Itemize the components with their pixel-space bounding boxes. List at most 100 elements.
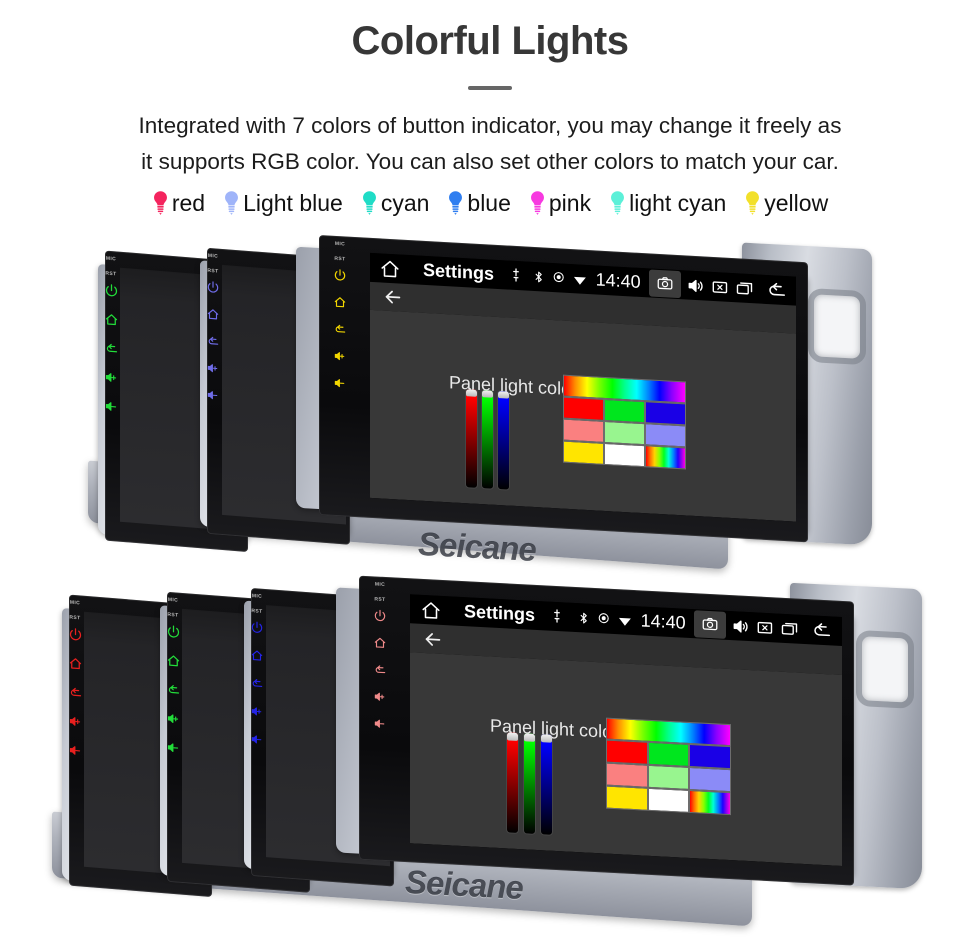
side-button-home[interactable] bbox=[333, 295, 347, 310]
status-mic-icon[interactable] bbox=[507, 266, 525, 285]
status-close-icon[interactable] bbox=[755, 617, 775, 638]
side-button-volume-up[interactable] bbox=[68, 713, 83, 729]
side-button-back[interactable] bbox=[104, 340, 119, 356]
side-button-back[interactable] bbox=[166, 682, 181, 698]
swatch-red[interactable] bbox=[606, 739, 648, 765]
hero-subtitle-line-2: it supports RGB color. You can also set … bbox=[141, 149, 839, 175]
status-camera-icon[interactable] bbox=[648, 269, 681, 299]
slider-thumb[interactable] bbox=[466, 389, 477, 397]
swatch-green[interactable] bbox=[604, 398, 645, 424]
status-back-icon[interactable] bbox=[765, 278, 787, 301]
swatch-green[interactable] bbox=[647, 741, 690, 767]
swatch-white[interactable] bbox=[604, 442, 645, 468]
status-back-icon[interactable] bbox=[810, 619, 832, 642]
side-button-back[interactable] bbox=[250, 676, 264, 691]
green-slider[interactable] bbox=[482, 390, 493, 489]
status-close-icon[interactable] bbox=[710, 276, 730, 297]
app-bar-back-icon[interactable] bbox=[382, 285, 404, 308]
side-label-rst: RST bbox=[334, 255, 346, 263]
swatch-yellow[interactable] bbox=[606, 785, 648, 811]
swatch-red[interactable] bbox=[563, 396, 604, 421]
blue-slider[interactable] bbox=[498, 390, 509, 490]
legend-item-red: red bbox=[143, 190, 214, 217]
side-button-volume-down[interactable] bbox=[250, 732, 264, 747]
swatch-blue[interactable] bbox=[645, 401, 686, 426]
side-button-power[interactable] bbox=[104, 282, 119, 298]
status-volume-icon[interactable] bbox=[686, 275, 706, 296]
side-button-volume-up[interactable] bbox=[104, 369, 119, 385]
side-button-home[interactable] bbox=[166, 653, 181, 669]
red-slider[interactable] bbox=[507, 732, 518, 833]
indicator-button-column: MIC RST bbox=[251, 588, 263, 877]
side-button-volume-down[interactable] bbox=[68, 742, 83, 758]
side-button-home[interactable] bbox=[373, 635, 387, 650]
color-swatch-panel bbox=[563, 374, 686, 470]
status-home-icon[interactable] bbox=[379, 257, 401, 280]
status-home-icon[interactable] bbox=[420, 598, 442, 621]
side-button-volume-up[interactable] bbox=[250, 704, 264, 719]
side-button-home[interactable] bbox=[104, 311, 119, 327]
green-slider[interactable] bbox=[524, 733, 535, 834]
status-recents-icon[interactable] bbox=[780, 618, 800, 639]
side-button-power[interactable] bbox=[166, 624, 181, 640]
side-button-home[interactable] bbox=[250, 648, 264, 663]
settings-content: Panel light color bbox=[410, 652, 842, 866]
android-screen[interactable]: Settings 14:40 Panel light color bbox=[370, 252, 796, 522]
slider-thumb[interactable] bbox=[498, 390, 509, 399]
swatch-salmon[interactable] bbox=[606, 762, 648, 788]
android-screen[interactable]: Settings 14:40 Panel light color bbox=[410, 594, 842, 866]
red-slider[interactable] bbox=[466, 389, 477, 488]
hero-section: Colorful Lights Integrated with 7 colors… bbox=[0, 0, 980, 181]
side-button-back[interactable] bbox=[206, 334, 220, 349]
side-button-volume-down[interactable] bbox=[373, 716, 387, 731]
swatch-salmon[interactable] bbox=[563, 418, 604, 443]
swatch-periwinkle[interactable] bbox=[689, 766, 731, 793]
side-button-volume-down[interactable] bbox=[104, 398, 119, 414]
side-button-volume-down[interactable] bbox=[206, 388, 220, 403]
slider-thumb[interactable] bbox=[541, 734, 552, 743]
hero-subtitle-line-1: Integrated with 7 colors of button indic… bbox=[138, 113, 842, 138]
side-button-volume-up[interactable] bbox=[373, 689, 387, 704]
side-button-volume-up[interactable] bbox=[333, 349, 347, 364]
legend-label: cyan bbox=[380, 189, 430, 216]
side-button-power[interactable] bbox=[333, 268, 347, 283]
app-bar-back-icon[interactable] bbox=[422, 627, 444, 650]
swatch-white[interactable] bbox=[647, 787, 690, 813]
color-swatch-grid bbox=[606, 739, 731, 816]
swatch-lightgreen[interactable] bbox=[647, 764, 690, 790]
status-recents-icon[interactable] bbox=[735, 278, 755, 299]
status-mic-icon[interactable] bbox=[548, 607, 566, 626]
legend-label: red bbox=[171, 189, 206, 216]
side-button-power[interactable] bbox=[250, 620, 264, 635]
product-showcase: MIC RST MIC RST MIC RST Settings 14:40 Panel lig… bbox=[0, 234, 980, 940]
device-row-bottom: MIC RST MIC RST MIC RST MIC RST Settings 14:40 Pan… bbox=[0, 575, 980, 940]
slider-thumb[interactable] bbox=[482, 390, 493, 398]
swatch-periwinkle[interactable] bbox=[645, 423, 686, 448]
blue-slider[interactable] bbox=[541, 734, 552, 835]
side-button-volume-down[interactable] bbox=[166, 740, 181, 756]
swatch-multicolor[interactable] bbox=[645, 445, 686, 470]
swatch-blue[interactable] bbox=[689, 743, 731, 770]
side-button-power[interactable] bbox=[68, 626, 83, 642]
swatch-multicolor[interactable] bbox=[689, 789, 731, 816]
side-button-power[interactable] bbox=[373, 608, 387, 623]
swatch-yellow[interactable] bbox=[563, 440, 604, 465]
status-camera-icon[interactable] bbox=[693, 610, 726, 639]
side-button-back[interactable] bbox=[68, 684, 83, 700]
slider-thumb[interactable] bbox=[524, 733, 535, 742]
status-wifi-icon bbox=[572, 271, 588, 288]
slider-thumb[interactable] bbox=[507, 732, 518, 741]
status-volume-icon[interactable] bbox=[731, 616, 751, 637]
side-button-home[interactable] bbox=[68, 655, 83, 671]
side-button-back[interactable] bbox=[373, 662, 387, 677]
side-button-power[interactable] bbox=[206, 280, 220, 295]
device-row-top: MIC RST MIC RST MIC RST Settings 14:40 Panel lig… bbox=[0, 234, 980, 578]
swatch-lightgreen[interactable] bbox=[604, 420, 645, 446]
side-button-volume-up[interactable] bbox=[206, 361, 220, 376]
side-button-volume-down[interactable] bbox=[333, 376, 347, 391]
side-button-back[interactable] bbox=[333, 322, 347, 337]
unit-pink: MIC RST Settings 14:40 Panel light color bbox=[336, 574, 854, 895]
bulb-icon bbox=[153, 191, 167, 216]
side-button-volume-up[interactable] bbox=[166, 711, 181, 727]
side-button-home[interactable] bbox=[206, 307, 220, 322]
